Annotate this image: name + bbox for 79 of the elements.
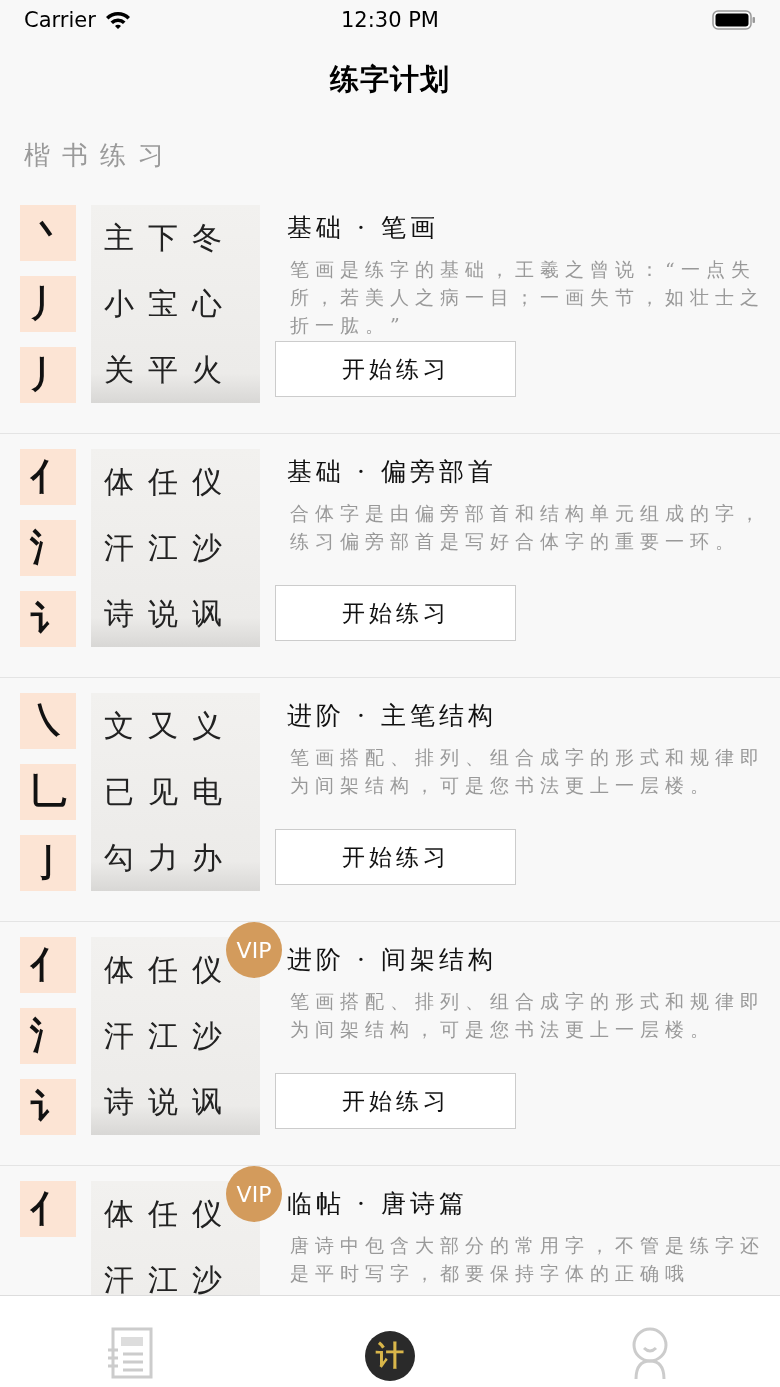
lesson-title: 进阶 · 间架结构 xyxy=(287,943,497,976)
practice-character: 心 xyxy=(192,284,222,323)
practice-character: 汗 xyxy=(104,528,134,567)
stroke-glyph: 乚 xyxy=(20,764,76,820)
practice-character: 宝 xyxy=(148,284,178,323)
practice-character: 汗 xyxy=(104,1260,134,1295)
practice-character: 冬 xyxy=(192,218,222,257)
practice-character: 已 xyxy=(104,772,134,811)
practice-character: 江 xyxy=(148,1260,178,1295)
practice-character: 汗 xyxy=(104,1016,134,1055)
lesson-title: 临帖 · 唐诗篇 xyxy=(287,1187,468,1220)
practice-character: 又 xyxy=(148,706,178,745)
vip-badge: VIP xyxy=(226,1166,282,1222)
list-tab[interactable] xyxy=(106,1326,154,1380)
lesson-description: 笔画是练字的基础，王羲之曾说：“一点失所，若美人之病一目；一画失节，如壮士之折一肱。” xyxy=(290,257,765,338)
practice-character: 说 xyxy=(148,1082,178,1121)
practice-character: 电 xyxy=(192,772,222,811)
practice-character: 江 xyxy=(148,1016,178,1055)
battery-icon xyxy=(712,10,756,30)
practice-character: 见 xyxy=(148,772,178,811)
practice-character: 文 xyxy=(104,706,134,745)
practice-character: 平 xyxy=(148,350,178,389)
stroke-glyph: 丶 xyxy=(20,205,76,261)
practice-character: 任 xyxy=(148,1194,178,1233)
start-practice-button[interactable]: 开始练习 xyxy=(275,1073,516,1129)
stroke-glyph: 亅 xyxy=(20,835,76,891)
practice-character: 诗 xyxy=(104,594,134,633)
practice-character: 关 xyxy=(104,350,134,389)
lesson-description: 笔画搭配、排列、组合成字的形式和规律即为间架结构，可是您书法更上一层楼。 xyxy=(290,745,765,798)
stroke-glyph: 讠 xyxy=(20,1079,76,1135)
practice-character: 力 xyxy=(148,838,178,877)
practice-character: 体 xyxy=(104,950,134,989)
carrier-name: Carrier xyxy=(24,8,96,32)
stroke-glyph: 亻 xyxy=(20,1181,76,1237)
practice-character: 江 xyxy=(148,528,178,567)
plan-tab[interactable]: 计 xyxy=(365,1331,415,1381)
practice-character: 仪 xyxy=(192,950,222,989)
practice-character: 说 xyxy=(148,594,178,633)
practice-character: 讽 xyxy=(192,594,222,633)
start-practice-button[interactable]: 开始练习 xyxy=(275,341,516,397)
practice-character: 讽 xyxy=(192,1082,222,1121)
practice-character: 小 xyxy=(104,284,134,323)
lesson-title: 进阶 · 主笔结构 xyxy=(287,699,497,732)
practice-character: 义 xyxy=(192,706,222,745)
lesson-description: 合体字是由偏旁部首和结构单元组成的字，练习偏旁部首是写好合体字的重要一环。 xyxy=(290,501,765,554)
practice-character: 火 xyxy=(192,350,222,389)
practice-character: 仪 xyxy=(192,1194,222,1233)
status-time: 12:30 PM xyxy=(341,8,439,32)
section-title: 楷书练习 xyxy=(24,138,176,172)
practice-character: 主 xyxy=(104,218,134,257)
stroke-glyph: 讠 xyxy=(20,591,76,647)
stroke-glyph: 丿 xyxy=(20,347,76,403)
practice-character: 任 xyxy=(148,462,178,501)
practice-character: 仪 xyxy=(192,462,222,501)
vip-badge: VIP xyxy=(226,922,282,978)
stroke-glyph: ㇏ xyxy=(20,693,76,749)
practice-character: 沙 xyxy=(192,1260,222,1295)
page-title: 练字计划 xyxy=(330,61,450,98)
practice-character: 办 xyxy=(192,838,222,877)
stroke-glyph: 氵 xyxy=(20,1008,76,1064)
start-practice-button[interactable]: 开始练习 xyxy=(275,585,516,641)
lesson-title: 基础 · 笔画 xyxy=(287,211,439,244)
lesson-description: 唐诗中包含大部分的常用字，不管是练字还是平时写字，都要保持字体的正确哦 xyxy=(290,1233,765,1286)
practice-character: 沙 xyxy=(192,1016,222,1055)
lesson-title: 基础 · 偏旁部首 xyxy=(287,455,497,488)
practice-character: 勾 xyxy=(104,838,134,877)
practice-character: 任 xyxy=(148,950,178,989)
stroke-glyph: 丿 xyxy=(20,276,76,332)
practice-character: 沙 xyxy=(192,528,222,567)
document-icon xyxy=(106,1326,154,1380)
stroke-glyph: 亻 xyxy=(20,449,76,505)
practice-character: 体 xyxy=(104,462,134,501)
start-practice-button[interactable]: 开始练习 xyxy=(275,829,516,885)
stroke-glyph: 亻 xyxy=(20,937,76,993)
practice-character: 体 xyxy=(104,1194,134,1233)
practice-character: 诗 xyxy=(104,1082,134,1121)
practice-character: 下 xyxy=(148,218,178,257)
stroke-glyph: 氵 xyxy=(20,520,76,576)
lesson-description: 笔画搭配、排列、组合成字的形式和规律即为间架结构，可是您书法更上一层楼。 xyxy=(290,989,765,1042)
